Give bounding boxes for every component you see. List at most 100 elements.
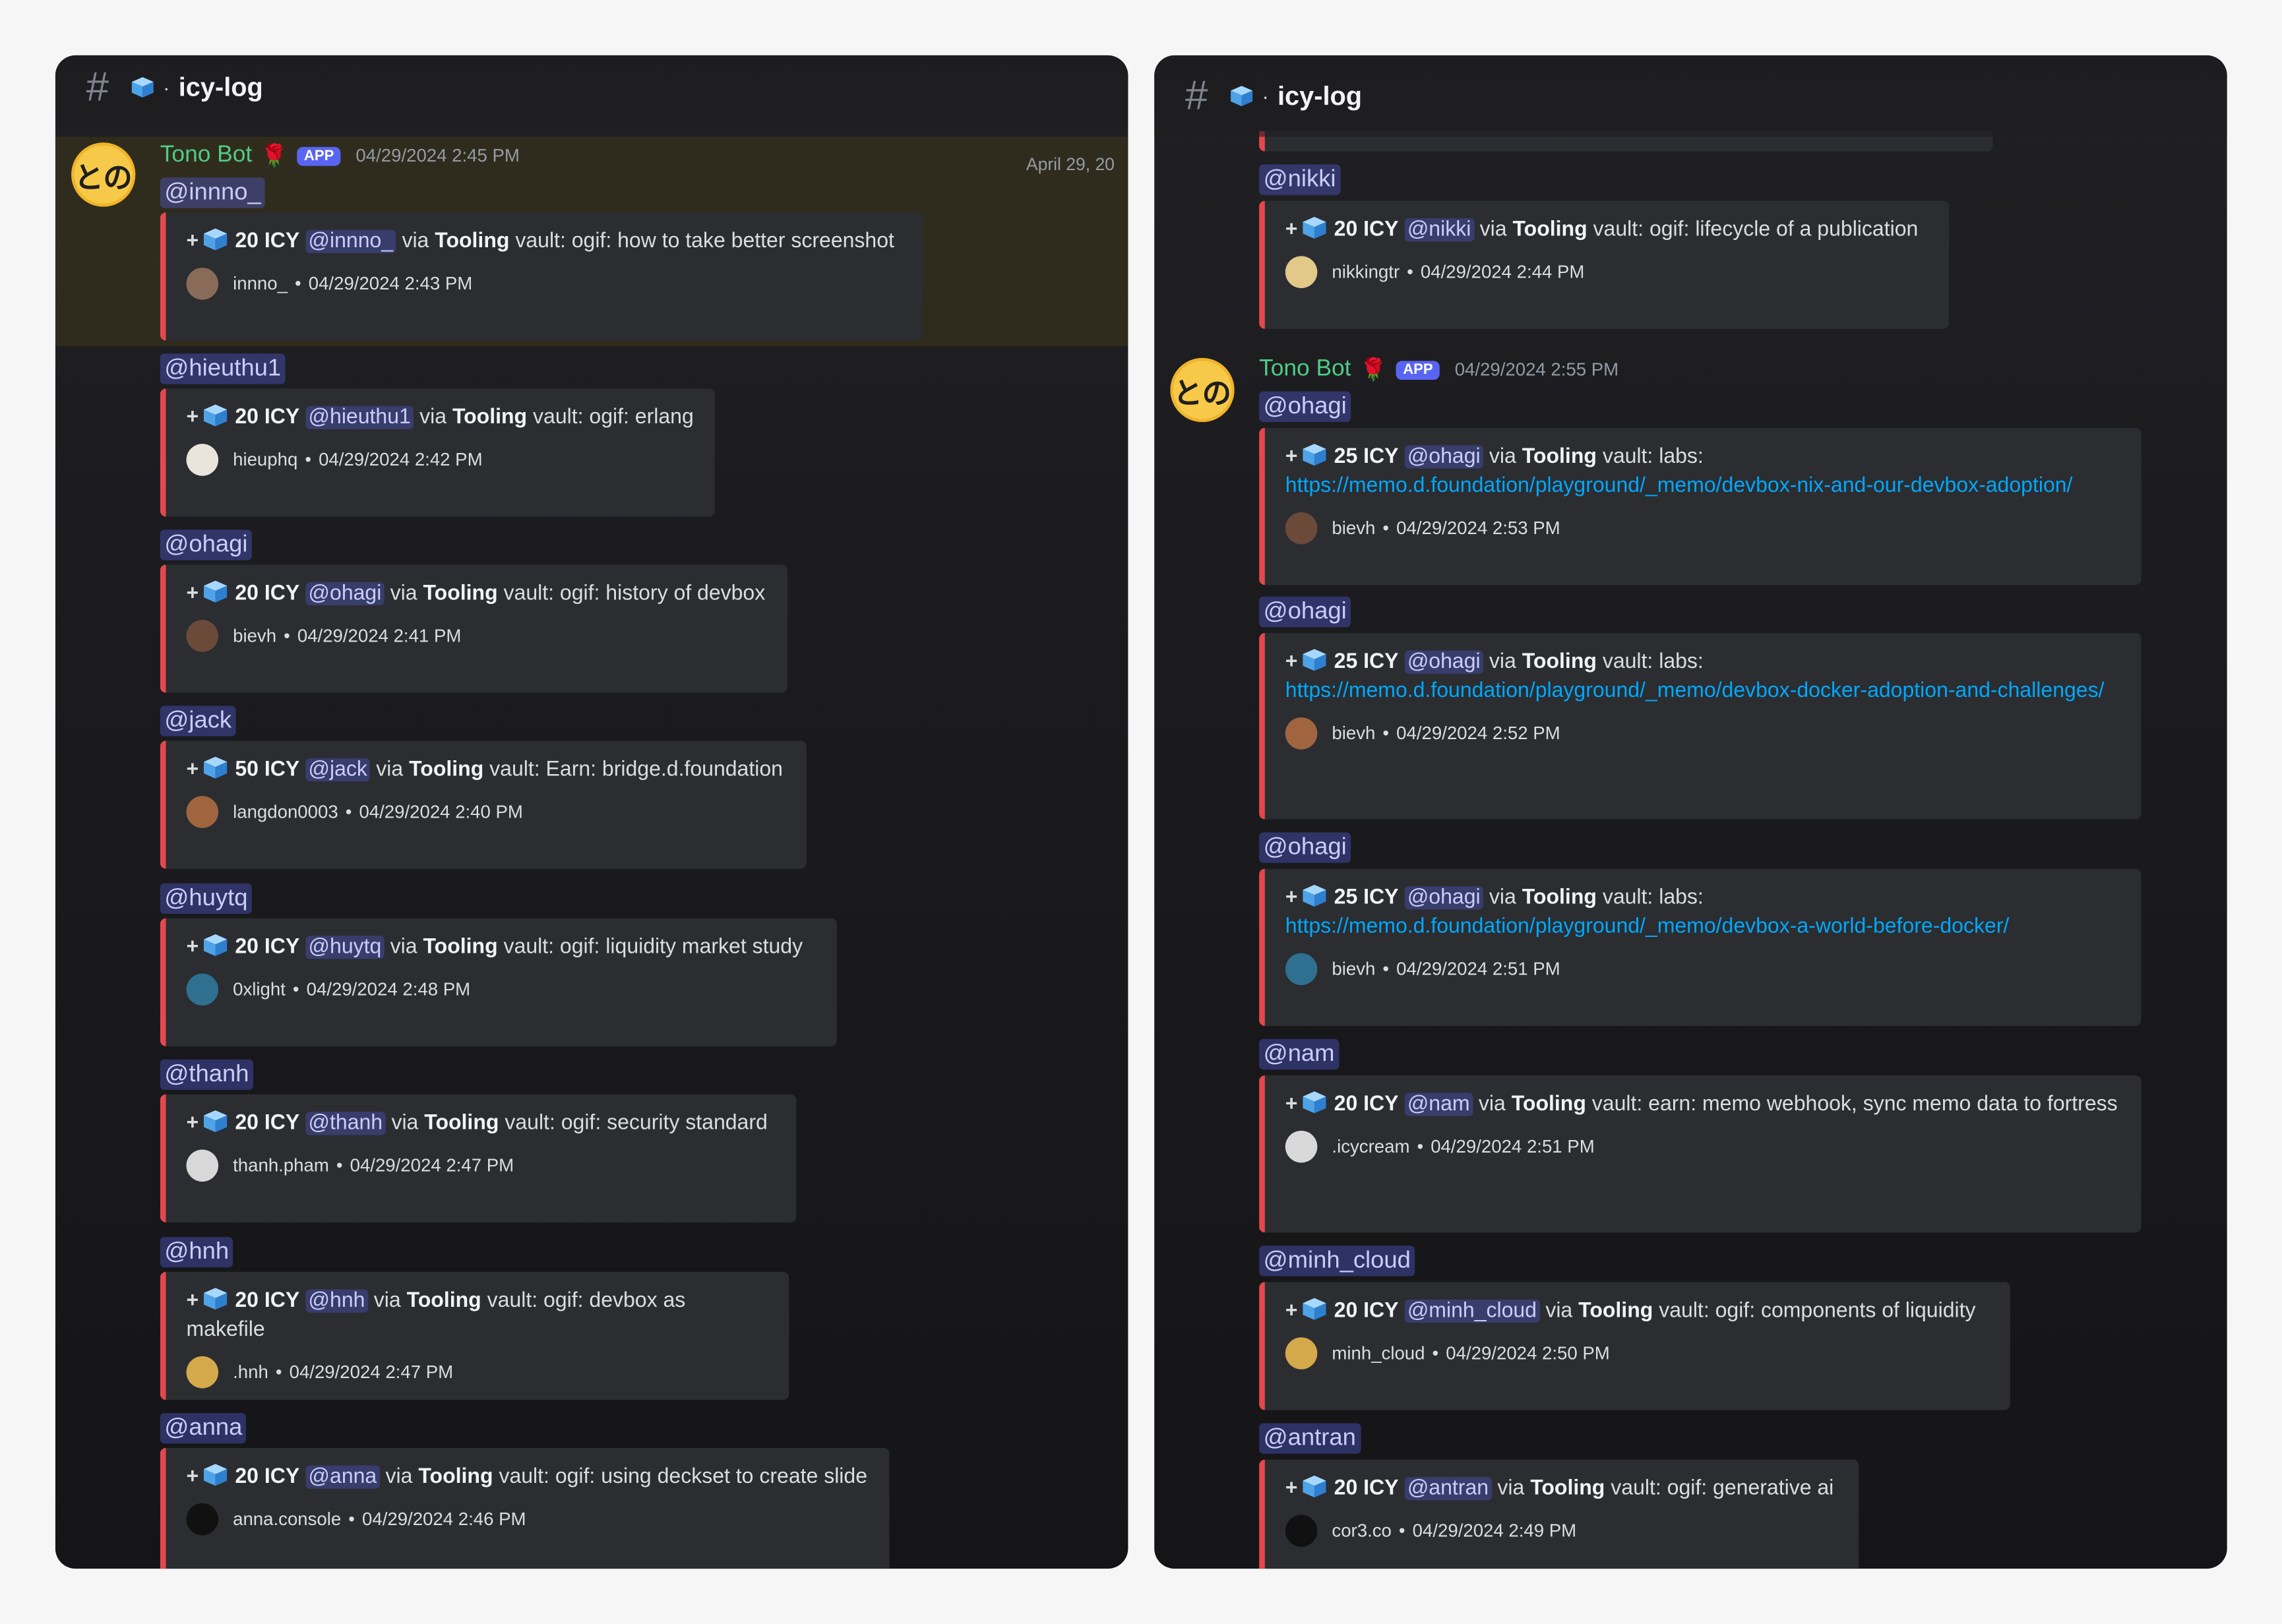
embed-footer: bievh • 04/29/2024 2:51 PM [1285,953,2121,986]
author-name: hieuphq [233,449,298,470]
tip-amount: 20 ICY [235,936,300,959]
user-mention[interactable]: @ohagi [1404,886,1484,910]
tip-line: +25 ICY @ohagi via Tooling vault: labs: [1285,884,2121,913]
author-name: bievh [1332,518,1376,539]
vault-name: Tooling [452,406,528,430]
user-mention[interactable]: @ohagi [305,582,385,606]
bullet-separator: • [336,1155,343,1176]
tip-description: vault: ogif: how to take better screensh… [515,229,894,254]
author-avatar [1285,1130,1318,1163]
embed-footer: langdon0003 • 04/29/2024 2:40 PM [186,796,786,828]
mention-tag[interactable]: @huytq [160,883,253,914]
embed-footer: innno_ • 04/29/2024 2:43 PM [186,268,902,300]
tip-time: 04/29/2024 2:47 PM [350,1155,514,1176]
plus-sign: + [186,406,199,430]
via-text: via [1489,445,1516,469]
author-name: innno_ [233,273,288,294]
tip-embed: +20 ICY @hnh via Tooling vault: ogif: de… [160,1271,789,1400]
channel-name[interactable]: icy-log [1278,80,1362,111]
memo-link[interactable]: https://memo.d.foundation/playground/_me… [1285,677,2121,706]
user-mention[interactable]: @nam [1404,1093,1473,1116]
tip-embed: +20 ICY @minh_cloud via Tooling vault: o… [1259,1282,2010,1410]
tip-line: +20 ICY @nikki via Tooling vault: ogif: … [1285,216,1928,245]
user-mention[interactable]: @anna [305,1465,380,1489]
channel-name[interactable]: icy-log [179,72,263,102]
author-avatar [1285,512,1318,545]
tip-amount: 25 ICY [1334,445,1399,469]
mention-tag[interactable]: @ohagi [1259,596,1351,628]
embed-footer: bievh • 04/29/2024 2:52 PM [1285,717,2121,750]
embed-footer: anna.console • 04/29/2024 2:46 PM [186,1503,869,1536]
mention-tag[interactable]: @hnh [160,1236,233,1268]
embed-footer: hieuphq • 04/29/2024 2:42 PM [186,444,694,476]
bot-username[interactable]: Tono Bot [160,142,252,169]
embed-footer: bievh • 04/29/2024 2:53 PM [1285,512,2121,545]
user-mention[interactable]: @antran [1404,1477,1492,1501]
author-name: thanh.pham [233,1155,329,1176]
tip-time: 04/29/2024 2:43 PM [308,273,473,294]
user-mention[interactable]: @jack [305,758,371,781]
ice-cube-icon [204,405,228,427]
ice-cube-icon [204,1464,228,1486]
mention-tag[interactable]: @ohagi [1259,391,1351,423]
bot-username[interactable]: Tono Bot [1259,357,1351,383]
mention-tag[interactable]: @innno_ [160,177,266,208]
via-text: via [385,1465,413,1489]
mention-tag[interactable]: @anna [160,1412,247,1444]
mention-tag[interactable]: @jack [160,706,236,737]
plus-sign: + [186,229,199,254]
rose-icon: 🌹 [261,144,288,169]
tip-amount: 20 ICY [235,1289,300,1313]
message-timestamp[interactable]: 04/29/2024 2:55 PM [1455,359,1619,380]
tip-embed: +50 ICY @jack via Tooling vault: Earn: b… [160,740,807,869]
bot-avatar[interactable]: との [71,142,136,207]
tip-description: vault: ogif: using deckset to create sli… [499,1465,868,1489]
author-name: bievh [233,626,277,646]
mention-tag[interactable]: @nikki [1259,164,1341,195]
user-mention[interactable]: @ohagi [1404,650,1484,674]
via-text: via [391,1112,419,1135]
mention-tag[interactable]: @minh_cloud [1259,1246,1415,1277]
embed-footer: bievh • 04/29/2024 2:41 PM [186,620,767,652]
vault-name: Tooling [1511,1093,1586,1116]
date-divider: April 29, 20 [1026,154,1115,175]
ice-cube-icon [1303,885,1326,907]
user-mention[interactable]: @thanh [305,1112,386,1135]
bot-avatar[interactable]: との [1170,357,1235,423]
memo-link[interactable]: https://memo.d.foundation/playground/_me… [1285,471,2121,500]
channel-header: # · icy-log [1154,55,2227,137]
mention-tag[interactable]: @hieuthu1 [160,353,286,384]
user-mention[interactable]: @innno_ [305,229,396,254]
tip-description: vault: earn: memo webhook, sync memo dat… [1591,1093,2118,1116]
tip-amount: 20 ICY [235,1112,300,1135]
user-mention[interactable]: @nikki [1404,218,1474,242]
tip-embed: +20 ICY @thanh via Tooling vault: ogif: … [160,1094,797,1222]
user-mention[interactable]: @hnh [305,1289,368,1313]
mention-tag[interactable]: @ohagi [160,529,253,560]
message-timestamp[interactable]: 04/29/2024 2:45 PM [355,146,519,166]
user-mention[interactable]: @hieuthu1 [305,406,414,430]
tip-time: 04/29/2024 2:49 PM [1412,1520,1577,1542]
plus-sign: + [1285,1093,1298,1116]
bullet-separator: • [1417,1136,1424,1157]
tip-amount: 25 ICY [1334,650,1399,674]
plus-sign: + [186,758,199,782]
mention-tag[interactable]: @nam [1259,1038,1340,1070]
user-mention[interactable]: @huytq [305,936,385,959]
mention-tag[interactable]: @thanh [160,1059,254,1091]
user-mention[interactable]: @minh_cloud [1404,1299,1540,1323]
vault-name: Tooling [1522,650,1597,674]
tip-amount: 20 ICY [1334,1093,1399,1116]
via-text: via [1545,1299,1573,1323]
tip-description: vault: labs: [1602,886,1704,910]
vault-name: Tooling [423,582,498,606]
user-mention[interactable]: @ohagi [1404,445,1484,469]
mention-tag[interactable]: @ohagi [1259,832,1351,863]
memo-link[interactable]: https://memo.d.foundation/playground/_me… [1285,913,2121,942]
author-avatar [1285,1337,1318,1369]
mention-tag[interactable]: @antran [1259,1423,1361,1454]
tip-embed: +20 ICY @huytq via Tooling vault: ogif: … [160,918,838,1046]
tip-line: +20 ICY @huytq via Tooling vault: ogif: … [186,933,817,962]
via-text: via [402,229,429,254]
bullet-separator: • [1407,262,1413,283]
